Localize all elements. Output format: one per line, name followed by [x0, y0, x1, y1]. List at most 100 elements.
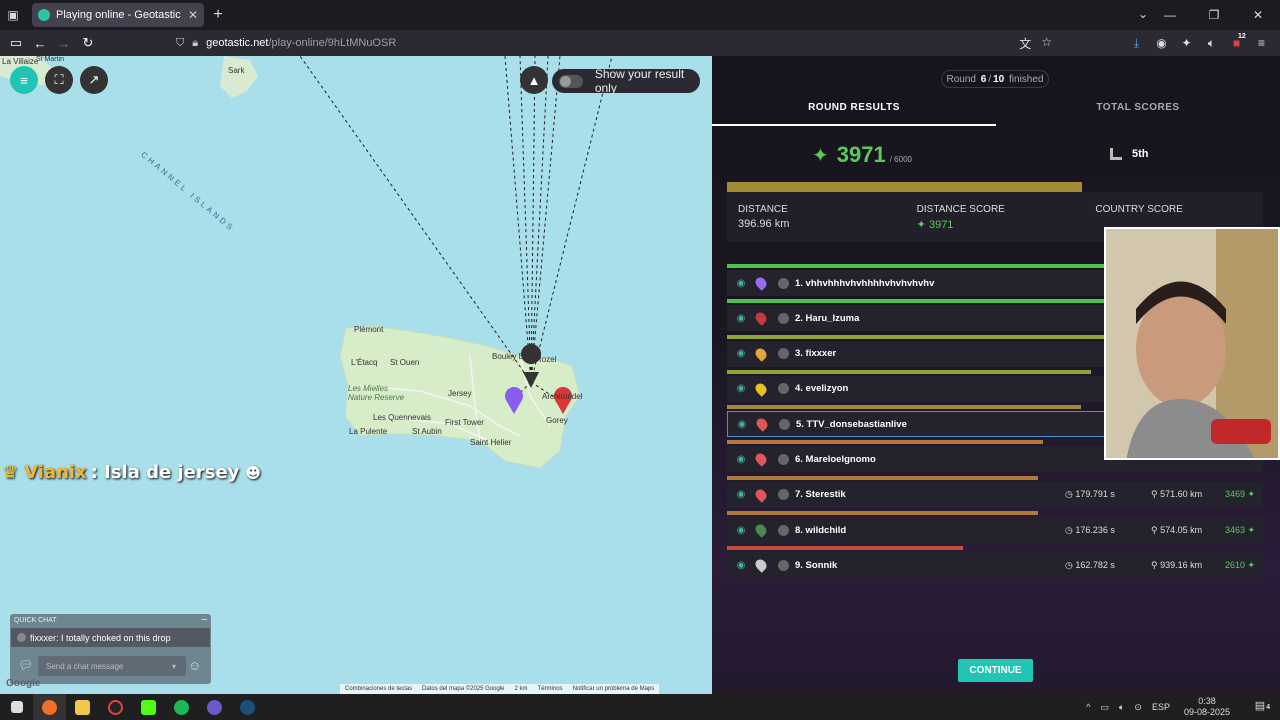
continue-button[interactable]: CONTINUE	[958, 659, 1033, 682]
hamburger-menu-button[interactable]: ≡	[10, 66, 38, 94]
player-distance: ⚲ 574.05 km	[1151, 524, 1203, 535]
close-tab-icon[interactable]: ✕	[188, 8, 198, 22]
language-indicator[interactable]: ESP	[1152, 702, 1170, 712]
obs-icon[interactable]	[198, 694, 231, 720]
avatar	[778, 383, 789, 395]
tab-overflow-chevron-icon[interactable]: ⌄	[1138, 7, 1148, 21]
view-guess-icon[interactable]: ◉	[731, 525, 751, 536]
address-bar[interactable]: ⛉ 🔒︎ geotastic.net/play-online/9hLtMNuOS…	[176, 32, 1052, 54]
player-name: 9. Sonnik	[795, 559, 838, 571]
keyboard-shortcuts-link[interactable]: Combinaciones de teclas	[345, 686, 412, 692]
tab-round-results[interactable]: ROUND RESULTS	[712, 102, 996, 126]
network-icon[interactable]: ▭	[1100, 702, 1109, 713]
fullscreen-button[interactable]: ⛶	[45, 66, 73, 94]
player-pin-icon	[753, 487, 769, 503]
view-guess-icon[interactable]: ◉	[731, 383, 751, 394]
map-scale[interactable]: 2 km	[515, 686, 528, 692]
view-guess-icon[interactable]: ◉	[731, 313, 751, 324]
firefox-icon[interactable]	[33, 694, 66, 720]
round-current: 6	[980, 73, 987, 85]
addon-icon[interactable]: ■ 12	[1224, 33, 1249, 50]
mic-icon[interactable]: ⊙	[1134, 702, 1142, 713]
avatar	[778, 489, 789, 501]
sidebar-icon[interactable]: ▭	[4, 35, 28, 51]
mute-icon[interactable]: 🔈︎	[1199, 36, 1224, 51]
clock[interactable]: 0:38 09-08-2025	[1184, 696, 1230, 718]
player-distance: ⚲ 939.16 km	[1151, 559, 1203, 570]
quick-chat-title: QUICK CHAT	[14, 617, 57, 624]
score-bar	[727, 369, 1092, 374]
steam-icon[interactable]	[231, 694, 264, 720]
map-label-les-mielles: Les Mielles Nature Reserve	[348, 384, 405, 402]
sark-island	[220, 56, 258, 98]
player-row[interactable]: ◉ 9. Sonnik ◷ 162.782 s ⚲ 939.16 km 2610 ✦	[727, 546, 1263, 581]
windows-start-icon[interactable]	[0, 694, 33, 720]
forward-icon[interactable]: →	[52, 36, 76, 51]
rank-value: 5th	[1132, 148, 1149, 160]
url-path: /play-online/9hLtMNuOSR	[268, 37, 397, 49]
browser-tab[interactable]: Playing online - Geotastic ✕	[32, 3, 204, 27]
bookmark-star-icon[interactable]: ☆	[1041, 35, 1052, 52]
close-window-icon[interactable]: ✕	[1236, 8, 1280, 22]
open-external-button[interactable]: ↗	[80, 66, 108, 94]
tab-title: Playing online - Geotastic	[56, 9, 181, 21]
app-icon[interactable]	[99, 694, 132, 720]
minimize-icon[interactable]: —	[1148, 8, 1192, 22]
round-indicator: Round 6/10 finished	[941, 70, 1049, 88]
score-progress-bar	[727, 182, 1082, 192]
player-row-body: ◉ 7. Sterestik ◷ 179.791 s ⚲ 571.60 km 3469 …	[727, 481, 1263, 508]
player-row[interactable]: ◉ 8. wildchild ◷ 176.236 s ⚲ 574.05 km 3463 …	[727, 511, 1263, 546]
reload-icon[interactable]: ↻	[76, 35, 100, 51]
map-view[interactable]: Sark La Villaize St Martin CHANNEL ISLAN…	[0, 56, 712, 694]
score-max: / 6000	[889, 155, 912, 164]
view-guess-icon[interactable]: ◉	[732, 419, 752, 430]
crown-icon: ♛	[2, 462, 19, 483]
player-pin-icon	[753, 451, 769, 468]
spotify-icon[interactable]	[165, 694, 198, 720]
menu-icon[interactable]: ≡	[1249, 36, 1274, 50]
terms-link[interactable]: Términos	[538, 686, 563, 692]
map-label-les-quennevais: Les Quennevais	[373, 413, 431, 422]
download-icon[interactable]: ⤓	[1124, 36, 1149, 51]
report-problem-link[interactable]: Notificar un problema de Maps	[573, 686, 655, 692]
account-icon[interactable]: ◉	[1149, 36, 1174, 50]
restore-icon[interactable]: ❐	[1192, 8, 1236, 22]
emoji-picker-icon[interactable]: ☺	[188, 658, 201, 673]
clock-date: 09-08-2025	[1183, 707, 1230, 717]
lock-icon: 🔒︎	[192, 36, 199, 49]
score-bar	[727, 334, 1156, 339]
file-explorer-icon[interactable]	[66, 694, 99, 720]
fullscreen-icon: ⛶	[54, 72, 64, 87]
translate-icon[interactable]: 文	[1019, 35, 1031, 52]
map-style-button[interactable]: ▲	[520, 66, 548, 94]
view-guess-icon[interactable]: ◉	[731, 489, 751, 500]
view-guess-icon[interactable]: ◉	[731, 454, 751, 465]
show-result-only-toggle[interactable]: Show your result only	[552, 67, 700, 95]
player-row[interactable]: ◉ 7. Sterestik ◷ 179.791 s ⚲ 571.60 km 3469 …	[727, 475, 1263, 511]
map-footer: Combinaciones de teclas Datos del mapa ©…	[340, 684, 660, 694]
player-pin-icon	[753, 310, 769, 327]
chat-message: fixxxer: I totally choked on this drop	[11, 628, 210, 647]
new-tab-icon[interactable]: +	[204, 6, 232, 24]
player-name: 8. wildchild	[795, 524, 847, 536]
avatar	[17, 633, 26, 642]
tab-total-scores[interactable]: TOTAL SCORES	[996, 102, 1280, 126]
chat-input[interactable]: Send a chat message ▾	[38, 656, 186, 676]
back-icon[interactable]: ←	[28, 36, 52, 51]
dropdown-icon[interactable]: ▾	[172, 662, 176, 671]
player-points: 2610 ✦	[1225, 559, 1256, 570]
view-guess-icon[interactable]: ◉	[731, 348, 751, 359]
volume-icon[interactable]: 🔈︎	[1119, 702, 1124, 713]
tray-chevron-icon[interactable]: ^	[1086, 702, 1090, 712]
extensions-icon[interactable]: ✦	[1174, 36, 1199, 50]
kick-icon[interactable]	[132, 694, 165, 720]
player-name: 6. Mareloelgnomo	[795, 453, 876, 465]
notifications-icon[interactable]: ▤4	[1255, 699, 1270, 712]
round-sep: /	[988, 73, 992, 85]
tab-list-icon[interactable]: ▣	[0, 0, 26, 30]
view-guess-icon[interactable]: ◉	[731, 560, 751, 571]
view-guess-icon[interactable]: ◉	[731, 278, 751, 289]
minimize-chat-icon[interactable]: –	[201, 614, 207, 625]
stat-value: 396.96 km	[738, 218, 790, 230]
toggle-switch[interactable]	[559, 74, 583, 88]
